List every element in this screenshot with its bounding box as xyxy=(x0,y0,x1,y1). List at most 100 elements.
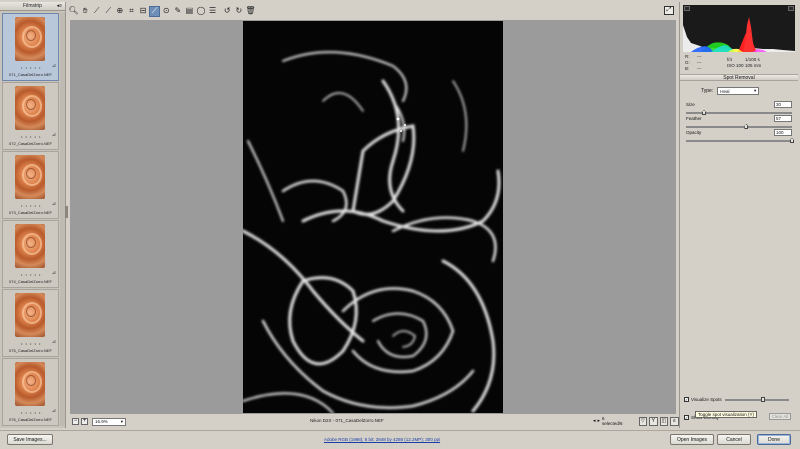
thumbnail-image xyxy=(15,86,45,130)
show-overlay-checkbox[interactable]: ✓ xyxy=(684,415,689,420)
spot-removal-header: Spot Removal xyxy=(680,74,798,81)
opacity-slider-track[interactable] xyxy=(686,140,792,142)
compare-view-icon[interactable]: ◫ xyxy=(659,416,669,426)
preview-photo[interactable] xyxy=(243,21,503,413)
thumbnail-image xyxy=(15,293,45,337)
filmstrip-item[interactable]: • • • • • ⊿ 074_CasaDelZorro.NEF xyxy=(2,220,59,288)
graduated-filter-icon[interactable]: ▤ xyxy=(184,6,195,17)
opacity-input[interactable]: 100 xyxy=(774,129,792,136)
feather-input[interactable]: 57 xyxy=(774,115,792,122)
filmstrip-item[interactable]: • • • • • ⊿ 072_CasaDelZorro.NEF xyxy=(2,82,59,150)
targeted-adjustment-icon[interactable]: ⊕ xyxy=(114,6,125,17)
done-button[interactable]: Done xyxy=(757,434,791,445)
edited-badge-icon: ⊿ xyxy=(51,132,56,138)
collapse-arrow-icon[interactable]: ◂≡ xyxy=(57,3,62,9)
filmstrip-header: Filmstrip ◂≡ xyxy=(0,2,65,11)
type-label: Type: xyxy=(701,88,714,94)
filmstrip-item[interactable]: • • • • • ⊿ 076_CasaDelZorro.NEF xyxy=(2,358,59,426)
filmstrip-scrollbar[interactable] xyxy=(60,13,65,426)
g-label: G: xyxy=(685,60,690,65)
filmstrip-item[interactable]: • • • • • ⊿ 075_CasaDelZorro.NEF xyxy=(2,289,59,357)
before-after-icon[interactable]: Y xyxy=(649,416,658,426)
camera-readout: R: --- G: --- B: --- f/4 1/100 s ISO 100105 … xyxy=(685,54,795,72)
shadow-clipping-icon[interactable] xyxy=(684,6,690,11)
rotate-right-icon[interactable]: ↻ xyxy=(233,6,244,17)
opacity-slider-handle[interactable] xyxy=(790,138,794,143)
trash-icon[interactable]: 🗑︎ xyxy=(245,6,256,17)
zoom-icon[interactable]: 🔍︎ xyxy=(68,6,79,17)
size-slider-handle[interactable] xyxy=(702,110,707,115)
rating-stars[interactable]: • • • • • xyxy=(21,341,41,346)
thumbnail-image xyxy=(15,155,45,199)
rating-stars[interactable]: • • • • • xyxy=(21,272,41,277)
visualize-tooltip: Toggle spot visualization (Y) xyxy=(695,411,758,418)
rating-stars[interactable]: • • • • • xyxy=(21,203,41,208)
visualize-threshold-slider[interactable] xyxy=(725,397,789,402)
workflow-options-link[interactable]: Adobe RGB (1998); 8 bit; 2848 by 4288 (1… xyxy=(324,437,440,442)
type-select[interactable]: Heal ▾ xyxy=(717,87,760,95)
clear-all-button[interactable]: Clear All xyxy=(769,413,791,420)
straighten-icon[interactable]: ⊟ xyxy=(138,6,149,17)
previous-image-icon[interactable]: ◂ xyxy=(593,418,596,424)
camera-file-info: Nikon D2X - 071_CasaDelZorro.NEF xyxy=(310,418,384,423)
filmstrip-title: Filmstrip xyxy=(23,3,42,9)
size-slider-row: Size 30 xyxy=(686,101,792,116)
visualize-spots-row[interactable]: ✓ Visualize Spots xyxy=(684,397,722,402)
filmstrip-item[interactable]: • • • • • ⊿ 071_CasaDelZorro.NEF xyxy=(2,13,59,81)
zoom-in-button[interactable]: + xyxy=(81,418,88,425)
thumbnail-image xyxy=(15,362,45,406)
selection-count: 6 selected/6 xyxy=(602,416,623,426)
feather-slider-track[interactable] xyxy=(686,126,792,128)
color-sampler-icon[interactable]: ⟋ xyxy=(103,6,114,17)
rating-stars[interactable]: • • • • • xyxy=(21,134,41,139)
type-value: Heal xyxy=(720,88,730,94)
filter-icon[interactable]: ▽ xyxy=(638,416,648,426)
navigation-controls: ◂ ▸ 6 selected/6 ▽ Y ◫ ≡ xyxy=(593,416,679,426)
g-value: --- xyxy=(697,60,702,65)
hand-icon[interactable]: ✋︎ xyxy=(80,6,91,17)
chevron-down-icon: ▾ xyxy=(120,418,123,424)
visualize-threshold-handle[interactable] xyxy=(761,397,766,402)
filmstrip-item[interactable]: • • • • • ⊿ 073_CasaDelZorro.NEF xyxy=(2,151,59,219)
rose-edges-image xyxy=(243,51,501,413)
cancel-button[interactable]: Cancel xyxy=(717,434,751,445)
thumbnail-filename: 075_CasaDelZorro.NEF xyxy=(9,348,52,353)
size-slider-track[interactable] xyxy=(686,112,792,114)
edited-badge-icon: ⊿ xyxy=(51,270,56,276)
adjustment-brush-icon[interactable]: ✎ xyxy=(172,6,183,17)
rating-stars[interactable]: • • • • • xyxy=(21,410,41,415)
thumbnail-image xyxy=(15,17,45,61)
edited-badge-icon: ⊿ xyxy=(51,201,56,207)
radial-filter-icon[interactable]: ◯ xyxy=(196,6,207,17)
highlight-clipping-icon[interactable] xyxy=(788,6,794,11)
size-input[interactable]: 30 xyxy=(774,101,792,108)
spot-removal-icon[interactable]: ⟋ xyxy=(149,5,161,17)
next-image-icon[interactable]: ▸ xyxy=(598,418,601,424)
white-balance-icon[interactable]: ⟋ xyxy=(91,6,102,17)
red-eye-icon[interactable]: ⊙ xyxy=(161,6,172,17)
preferences-icon[interactable]: ☰ xyxy=(207,6,218,17)
zoom-level-value: 16.9% xyxy=(95,419,108,424)
fullscreen-toggle-icon[interactable]: ⤢ xyxy=(664,6,674,15)
settings-menu-icon[interactable]: ≡ xyxy=(670,416,679,426)
opacity-label: Opacity xyxy=(686,130,702,135)
rating-stars[interactable]: • • • • • xyxy=(21,65,41,70)
rotate-left-icon[interactable]: ↺ xyxy=(222,6,233,17)
opacity-slider-row: Opacity 100 xyxy=(686,129,794,144)
visualize-spots-checkbox[interactable]: ✓ xyxy=(684,397,689,402)
zoom-level-select[interactable]: 16.9% ▾ xyxy=(92,417,126,426)
adjustments-panel: R: --- G: --- B: --- f/4 1/100 s ISO 100105 … xyxy=(679,2,798,428)
edited-badge-icon: ⊿ xyxy=(51,63,56,69)
open-images-button[interactable]: Open Images xyxy=(670,434,714,445)
histogram xyxy=(683,5,795,52)
save-images-button[interactable]: Save Images... xyxy=(7,434,53,445)
r-label: R: xyxy=(685,54,690,59)
feather-slider-handle[interactable] xyxy=(744,124,749,129)
zoom-out-button[interactable]: − xyxy=(72,418,79,425)
aperture-value: f/4 xyxy=(727,57,733,62)
crop-icon[interactable]: ⌗ xyxy=(126,6,137,17)
image-preview[interactable] xyxy=(70,20,676,414)
filmstrip-resize-grip[interactable] xyxy=(65,206,68,218)
feather-slider-row: Feather 57 xyxy=(686,115,792,130)
type-row: Type: Heal ▾ xyxy=(701,87,760,95)
